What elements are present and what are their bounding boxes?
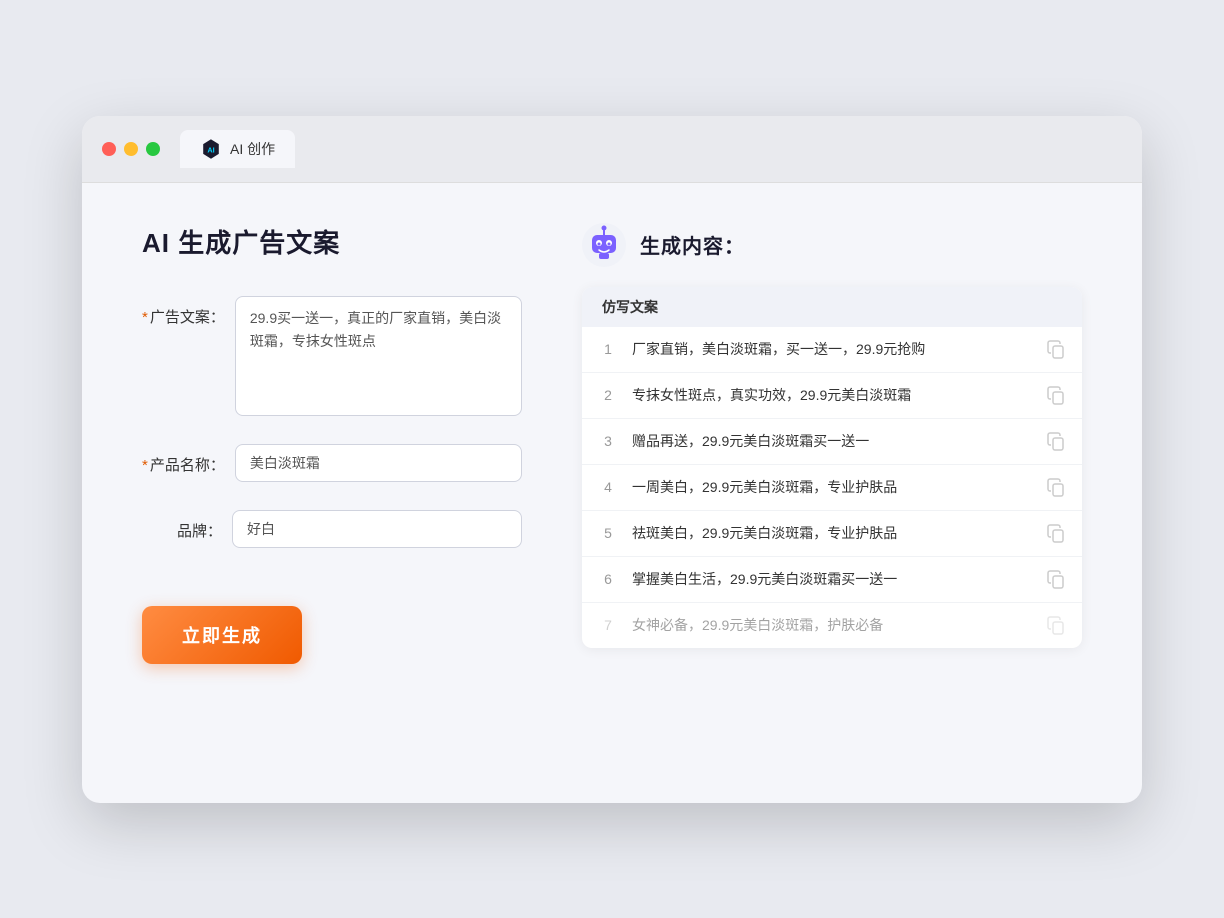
result-text-7: 女神必备，29.9元美白淡斑霜，护肤必备 [632,615,1032,636]
copy-icon-3[interactable] [1046,431,1066,451]
result-table-header: 仿写文案 [582,287,1082,327]
traffic-lights [102,142,160,156]
result-num-1: 1 [598,341,618,357]
result-row-2: 2 专抹女性斑点，真实功效，29.9元美白淡斑霜 [582,373,1082,419]
result-row-4: 4 一周美白，29.9元美白淡斑霜，专业护肤品 [582,465,1082,511]
result-row-5: 5 祛斑美白，29.9元美白淡斑霜，专业护肤品 [582,511,1082,557]
result-text-5: 祛斑美白，29.9元美白淡斑霜，专业护肤品 [632,523,1032,544]
result-row-1: 1 厂家直销，美白淡斑霜，买一送一，29.9元抢购 [582,327,1082,373]
minimize-button[interactable] [124,142,138,156]
result-text-2: 专抹女性斑点，真实功效，29.9元美白淡斑霜 [632,385,1032,406]
result-num-4: 4 [598,479,618,495]
copy-icon-6[interactable] [1046,569,1066,589]
browser-window: AI AI 创作 AI 生成广告文案 *广告文案： 29.9买一送一，真正的厂家… [82,116,1142,803]
result-num-3: 3 [598,433,618,449]
ad-copy-group: *广告文案： 29.9买一送一，真正的厂家直销，美白淡斑霜，专抹女性斑点 [142,296,522,416]
ai-tab-icon: AI [200,138,222,160]
copy-icon-2[interactable] [1046,385,1066,405]
result-table: 仿写文案 1 厂家直销，美白淡斑霜，买一送一，29.9元抢购 2 专抹女性斑点，… [582,287,1082,648]
generate-button[interactable]: 立即生成 [142,606,302,664]
tab-label: AI 创作 [230,139,275,159]
close-button[interactable] [102,142,116,156]
result-text-4: 一周美白，29.9元美白淡斑霜，专业护肤品 [632,477,1032,498]
result-num-5: 5 [598,525,618,541]
product-name-group: *产品名称： [142,444,522,482]
ad-copy-label: *广告文案： [142,296,225,327]
browser-content: AI 生成广告文案 *广告文案： 29.9买一送一，真正的厂家直销，美白淡斑霜，… [82,183,1142,803]
result-num-6: 6 [598,571,618,587]
copy-icon-5[interactable] [1046,523,1066,543]
titlebar: AI AI 创作 [82,116,1142,183]
product-name-label: *产品名称： [142,444,225,475]
product-name-input[interactable] [235,444,522,482]
result-text-1: 厂家直销，美白淡斑霜，买一送一，29.9元抢购 [632,339,1032,360]
ad-copy-required: * [142,309,148,326]
result-title: 生成内容： [640,230,745,259]
result-row-3: 3 赠品再送，29.9元美白淡斑霜买一送一 [582,419,1082,465]
copy-icon-4[interactable] [1046,477,1066,497]
ad-copy-input[interactable]: 29.9买一送一，真正的厂家直销，美白淡斑霜，专抹女性斑点 [235,296,522,416]
product-required: * [142,457,148,474]
brand-input[interactable] [232,510,522,548]
copy-icon-7[interactable] [1046,615,1066,635]
copy-icon-1[interactable] [1046,339,1066,359]
result-num-2: 2 [598,387,618,403]
maximize-button[interactable] [146,142,160,156]
svg-text:AI: AI [207,145,214,154]
active-tab[interactable]: AI AI 创作 [180,130,295,168]
result-num-7: 7 [598,617,618,633]
brand-label: 品牌： [142,510,222,541]
right-panel: 生成内容： 仿写文案 1 厂家直销，美白淡斑霜，买一送一，29.9元抢购 2 专… [582,223,1082,763]
result-header: 生成内容： [582,223,1082,267]
brand-group: 品牌： [142,510,522,548]
left-panel: AI 生成广告文案 *广告文案： 29.9买一送一，真正的厂家直销，美白淡斑霜，… [142,223,522,763]
page-title: AI 生成广告文案 [142,223,522,260]
result-text-3: 赠品再送，29.9元美白淡斑霜买一送一 [632,431,1032,452]
robot-avatar-icon [582,223,626,267]
result-row-7: 7 女神必备，29.9元美白淡斑霜，护肤必备 [582,603,1082,648]
result-text-6: 掌握美白生活，29.9元美白淡斑霜买一送一 [632,569,1032,590]
result-row-6: 6 掌握美白生活，29.9元美白淡斑霜买一送一 [582,557,1082,603]
